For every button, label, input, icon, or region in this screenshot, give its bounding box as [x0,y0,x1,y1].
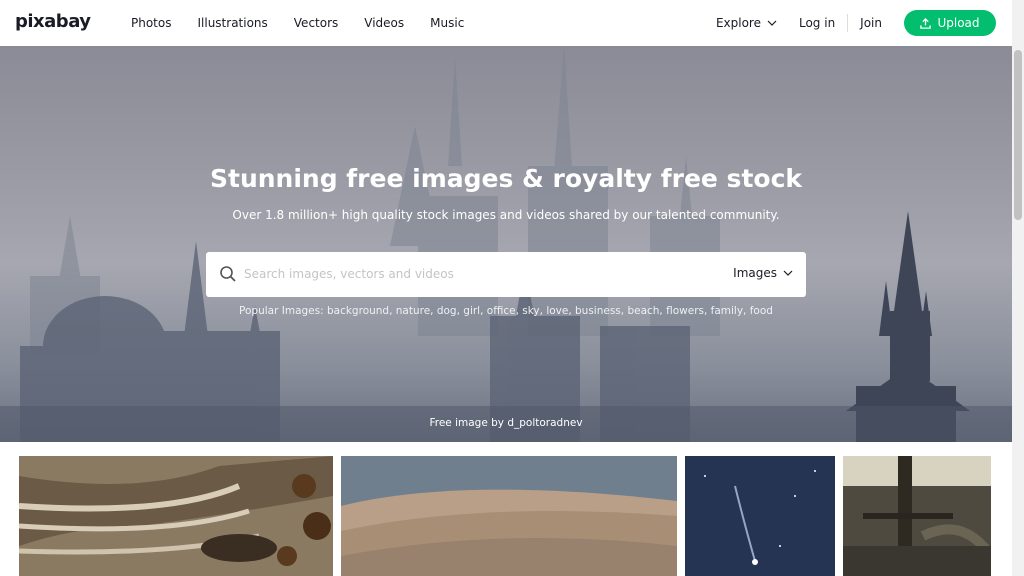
image-credit[interactable]: Free image by d_poltoradnev [0,417,1012,429]
nav-photos[interactable]: Photos [131,16,171,30]
chevron-down-icon [783,270,793,276]
top-header: pixabay Photos Illustrations Vectors Vid… [0,0,1012,46]
upload-button[interactable]: Upload [904,10,996,36]
dune-photo[interactable] [341,456,677,576]
explore-label: Explore [715,16,761,30]
upload-icon [920,17,932,29]
explore-menu[interactable]: Explore [716,16,777,30]
join-link[interactable]: Join [860,16,882,30]
giraffe-photo[interactable] [19,456,333,576]
search-type-select[interactable]: Images [733,266,793,280]
login-link[interactable]: Log in [799,16,835,30]
popular-searches[interactable]: Popular Images: background, nature, dog,… [0,305,1012,317]
page-scrollbar[interactable] [1012,0,1024,576]
nav-vectors[interactable]: Vectors [294,16,339,30]
search-icon[interactable] [219,265,237,283]
nav-illustrations[interactable]: Illustrations [197,16,267,30]
hero-background-image [0,46,1012,442]
search-bar: Images [206,252,806,297]
upload-label: Upload [937,16,980,30]
hero-title: Stunning free images & royalty free stoc… [209,164,803,193]
nav-divider [847,14,849,32]
nav-music[interactable]: Music [430,16,464,30]
scrollbar-thumb[interactable] [1014,50,1022,220]
right-nav: Explore Log in Join Upload [716,0,996,46]
main-nav: Photos Illustrations Vectors Videos Musi… [131,0,490,46]
pixabay-logo[interactable]: pixabay [15,11,91,32]
image-gallery [0,442,1012,576]
nav-videos[interactable]: Videos [364,16,404,30]
bridge-photo[interactable] [843,456,991,576]
hero-banner: Stunning free images & royalty free stoc… [0,46,1012,442]
search-type-label: Images [733,266,777,280]
chevron-down-icon [767,20,777,26]
search-input[interactable] [244,262,724,286]
comet-night-photo[interactable] [685,456,835,576]
hero-subtitle: Over 1.8 million+ high quality stock ima… [232,208,780,222]
